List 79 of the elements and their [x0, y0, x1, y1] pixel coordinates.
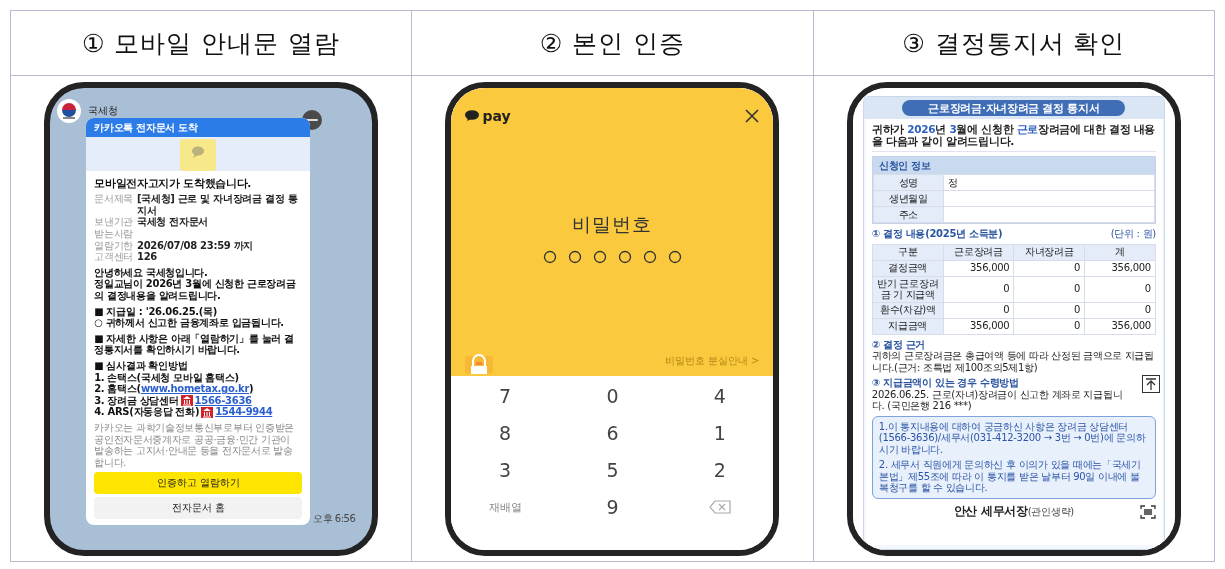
- table-cell: 0: [1013, 302, 1085, 319]
- list-item: 4. ARS(자동응답 전화): [94, 406, 200, 418]
- section-text: 귀하의 근로장려금은 총급여액 등에 따라 산정된 금액으로 지급됩니다.(근거: 조특법 제100조의5제1항): [871, 350, 1155, 374]
- column-header: 구분: [872, 244, 944, 261]
- message-time: 오후 6:56: [313, 512, 356, 525]
- issuer-name: 안산 세무서장: [953, 504, 1028, 519]
- scroll-top-button[interactable]: [1141, 375, 1160, 394]
- sender-name: 국세청: [88, 104, 118, 117]
- card-header: 카카오톡 전자문서 도착: [86, 117, 311, 138]
- field-label: 문서제목: [94, 193, 133, 205]
- home-button[interactable]: 전자문서 홈: [94, 496, 303, 519]
- field-label: 받는사람: [94, 228, 133, 240]
- row-header: 성명: [873, 174, 944, 191]
- column-header: 자녀장려금: [1013, 244, 1085, 261]
- section-title: ① 결정 내용(2025년 소득분): [871, 228, 1003, 240]
- message-text: ■ 심사결과 확인방법: [94, 360, 189, 372]
- table-cell: 0: [943, 276, 1014, 303]
- bank-icon: [201, 406, 214, 418]
- web-link[interactable]: www.hometax.go.kr: [140, 383, 250, 395]
- table-cell: 356,000: [1084, 260, 1156, 277]
- seal-note: (관인생략): [1027, 505, 1074, 518]
- table-cell: 356,000: [943, 260, 1014, 277]
- table-cell: 356,000: [943, 318, 1014, 335]
- field-label: 열람기한: [94, 239, 133, 252]
- section-title: ② 결정 근거: [871, 338, 927, 351]
- panel-header: 신청인 정보: [872, 156, 1155, 175]
- table-cell: 0: [1084, 276, 1156, 303]
- phone-link[interactable]: 1544-9944: [215, 406, 273, 418]
- intro-text: 귀하가 2026년 3월에 신청한 근로장려금에 대한 결정 내용을 다음과 같이 알려드립니다.: [871, 122, 1156, 152]
- bank-icon: [180, 395, 193, 407]
- column-heading: ① 모바일 안내문 열람: [11, 11, 413, 76]
- brand-logo: pay: [482, 107, 511, 124]
- close-button[interactable]: [745, 108, 760, 123]
- row-header: 반기 근로장려금 기 지급액: [872, 276, 944, 303]
- scan-icon[interactable]: [1139, 504, 1156, 519]
- section-title: ③ 지급금액이 있는 경우 수령방법: [871, 377, 1020, 389]
- field-label: 보낸기관: [94, 216, 133, 229]
- document-icon: [178, 137, 219, 172]
- unit-label: (단위 : 원): [1110, 228, 1156, 240]
- password-title: 비밀번호: [571, 211, 654, 237]
- column-heading: ③ 결정통지서 확인: [813, 11, 1215, 76]
- emblem-icon: [56, 97, 83, 124]
- disclaimer-text: 카카오는 과학기술정보통신부로부터 인증받은 공인전자문서중계자로 공공·금융·민간 기관이 발송하는 고지서·안내문 등을 전자문서로 발송합니다.: [94, 421, 295, 469]
- backspace-icon: [708, 500, 731, 514]
- list-item: 2. 홈택스(: [94, 383, 141, 395]
- speech-bubble-icon: [465, 110, 480, 121]
- note-text: 1.이 통지내용에 대하여 궁금하신 사항은 장려금 상담센터(1566-3636)/세무서(031-412-3200 → 3번 → 0번)에 문의하시기 바랍니다.: [878, 420, 1147, 456]
- open-button[interactable]: 인증하고 열람하기: [94, 472, 303, 494]
- column-heading: ② 본인 인증: [412, 11, 814, 76]
- close-icon: [745, 108, 760, 123]
- table-cell: 0: [1013, 318, 1085, 335]
- message-headline: 모바일전자고지가 도착했습니다.: [94, 177, 252, 190]
- field-value: [국세청] 근로 및 자녀장려금 결정 통지서: [136, 193, 299, 217]
- column-header: 계: [1084, 244, 1156, 261]
- message-text: ○ 귀하께서 신고한 금융계좌로 입금됩니다.: [94, 317, 285, 329]
- table-cell: 0: [1013, 260, 1085, 277]
- list-item: ): [249, 383, 254, 395]
- document-title: 근로장려금·자녀장려금 결정 통지서: [902, 99, 1126, 116]
- field-value: 126: [136, 251, 157, 263]
- note-text: 2. 세무서 직원에게 문의하신 후 이의가 있을 때에는「국세기본법」제55조에 따라 이 통지를 받은 날부터 90일 이내에 불복청구를 할 수 있습니다.: [878, 459, 1142, 494]
- up-arrow-icon: [1143, 377, 1158, 392]
- field-value: 2026/07/08 23:59 까지: [136, 239, 254, 252]
- column-header: 근로장려금: [943, 244, 1014, 261]
- table-cell: 0: [1013, 276, 1085, 303]
- message-text: ■ 자세한 사항은 아래「열람하기」를 눌러 결정통지서를 확인하시기 바랍니다.: [94, 332, 295, 356]
- table-cell: 0: [943, 302, 1014, 319]
- list-item: 1. 손택스(국세청 모바일 홈택스): [94, 371, 239, 384]
- table-cell: 정: [943, 174, 1155, 191]
- phone-link[interactable]: 1566-3636: [194, 394, 252, 407]
- message-text: 안녕하세요 국세청입니다.: [94, 266, 209, 279]
- message-text: 정일교님이 2026년 3월에 신청한 근로장려금의 결정내용을 알려드립니다.: [94, 278, 297, 302]
- table-cell: 356,000: [1084, 318, 1156, 335]
- field-value: 국세청 전자문서: [136, 216, 209, 229]
- section-text: 2026.06.25. 근로(자녀)장려금이 신고한 계좌로 지급됩니다. (국민은행 216 ***): [871, 388, 1124, 412]
- lock-icon: [465, 351, 494, 374]
- table-cell: 0: [1084, 302, 1156, 319]
- list-item: 3. 장려금 상담센터: [94, 394, 179, 407]
- message-text: ■ 지급일 : '26.06.25.(목): [94, 305, 219, 318]
- field-label: 고객센터: [94, 251, 133, 263]
